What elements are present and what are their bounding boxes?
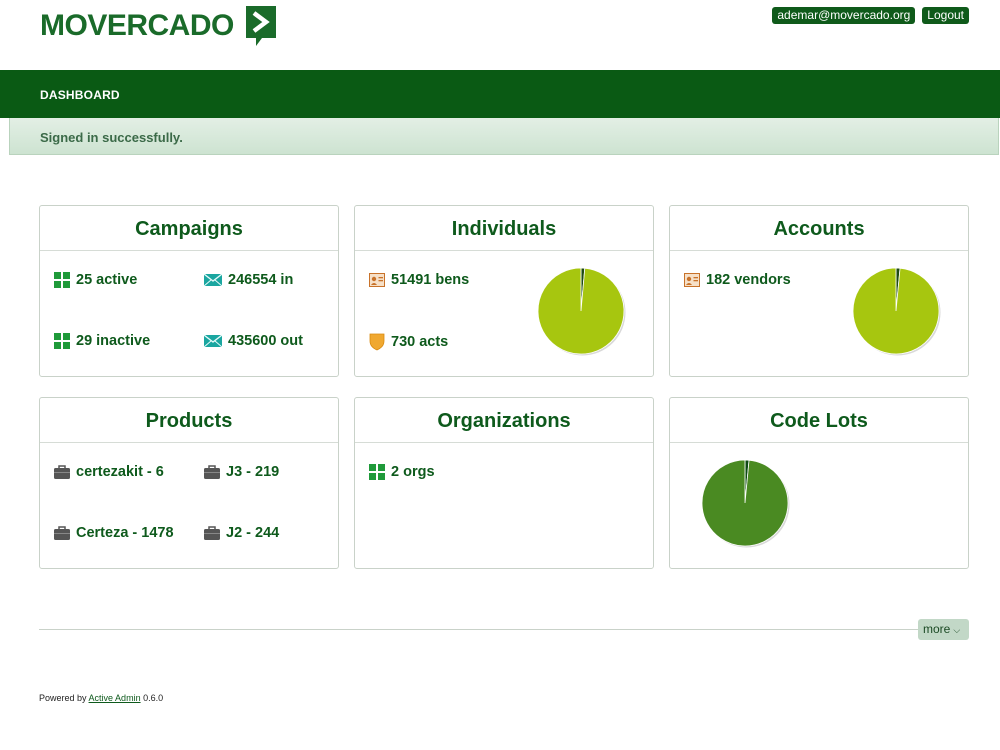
panel-title: Products — [40, 398, 338, 443]
footer-powered-by: Powered by — [39, 693, 87, 703]
chevron-down-icon: ⌵ — [953, 625, 961, 635]
individuals-bens[interactable]: 51491 bens — [369, 272, 469, 288]
panel-title: Campaigns — [40, 206, 338, 251]
panel-products: Products certezakit - 6 J3 - 219 Certeza… — [39, 397, 339, 569]
campaigns-active[interactable]: 25 active — [54, 272, 137, 288]
campaigns-messages-in[interactable]: 246554 in — [204, 272, 293, 288]
briefcase-icon — [54, 526, 70, 540]
campaigns-inactive[interactable]: 29 inactive — [54, 333, 150, 349]
envelope-icon — [204, 334, 222, 348]
shield-icon — [369, 333, 385, 351]
logout-button[interactable]: Logout — [922, 7, 969, 24]
footer: Powered by Active Admin 0.6.0 — [39, 693, 163, 703]
pie-slice — [852, 267, 940, 355]
logo-text: MOVERCADO — [40, 9, 234, 42]
accounts-pie-chart — [852, 267, 941, 356]
stat-label: 29 inactive — [76, 333, 151, 349]
stat-label: J2 - 244 — [226, 525, 280, 541]
briefcase-icon — [204, 526, 220, 540]
panel-title: Accounts — [670, 206, 968, 251]
organizations-count[interactable]: 2 orgs — [369, 464, 435, 480]
stat-label: 435600 out — [228, 333, 303, 349]
more-label: more — [923, 622, 951, 636]
stat-label: Certeza - 1478 — [76, 525, 174, 541]
panel-individuals: Individuals 51491 bens 730 acts — [354, 205, 654, 377]
logo-arrow-icon — [245, 6, 276, 46]
pie-slice — [701, 459, 789, 547]
id-card-icon — [684, 273, 700, 287]
active-admin-link[interactable]: Active Admin — [89, 693, 141, 703]
panel-title: Organizations — [355, 398, 653, 443]
briefcase-icon — [54, 465, 70, 479]
logo[interactable]: MOVERCADO — [40, 4, 278, 48]
id-card-icon — [369, 273, 385, 287]
pie-slice — [537, 267, 625, 355]
panel-campaigns: Campaigns 25 active 29 inactive 246554 i… — [39, 205, 339, 377]
grid-icon — [369, 464, 385, 480]
user-links: ademar@movercado.org Logout — [772, 7, 969, 24]
accounts-vendors[interactable]: 182 vendors — [684, 272, 791, 288]
code-lots-pie-chart — [701, 459, 790, 548]
flash-notice: Signed in successfully. — [9, 118, 999, 155]
panel-title: Individuals — [355, 206, 653, 251]
envelope-icon — [204, 273, 222, 287]
product-item[interactable]: J3 - 219 — [204, 464, 279, 480]
stat-label: 2 orgs — [391, 464, 435, 480]
flash-message: Signed in successfully. — [40, 130, 183, 145]
grid-icon — [54, 272, 70, 288]
stat-label: 51491 bens — [391, 272, 470, 288]
footer-version: 0.6.0 — [143, 693, 164, 703]
product-item[interactable]: certezakit - 6 — [54, 464, 164, 480]
product-item[interactable]: Certeza - 1478 — [54, 525, 174, 541]
stat-label: 246554 in — [228, 272, 294, 288]
stat-label: J3 - 219 — [226, 464, 280, 480]
stat-label: 182 vendors — [706, 272, 791, 288]
navbar: DASHBOARD — [0, 70, 1000, 118]
campaigns-messages-out[interactable]: 435600 out — [204, 333, 303, 349]
current-user-link[interactable]: ademar@movercado.org — [772, 7, 916, 24]
more-dropdown-button[interactable]: more ⌵ — [918, 619, 969, 640]
individuals-acts[interactable]: 730 acts — [369, 333, 448, 351]
stat-label: 25 active — [76, 272, 138, 288]
stat-label: 730 acts — [391, 334, 449, 350]
individuals-pie-chart — [537, 267, 626, 356]
stat-label: certezakit - 6 — [76, 464, 164, 480]
panel-accounts: Accounts 182 vendors — [669, 205, 969, 377]
panel-code-lots: Code Lots — [669, 397, 969, 569]
panel-organizations: Organizations 2 orgs — [354, 397, 654, 569]
product-item[interactable]: J2 - 244 — [204, 525, 279, 541]
briefcase-icon — [204, 465, 220, 479]
divider — [39, 629, 969, 630]
grid-icon — [54, 333, 70, 349]
panel-title: Code Lots — [670, 398, 968, 443]
nav-dashboard[interactable]: DASHBOARD — [40, 88, 120, 102]
